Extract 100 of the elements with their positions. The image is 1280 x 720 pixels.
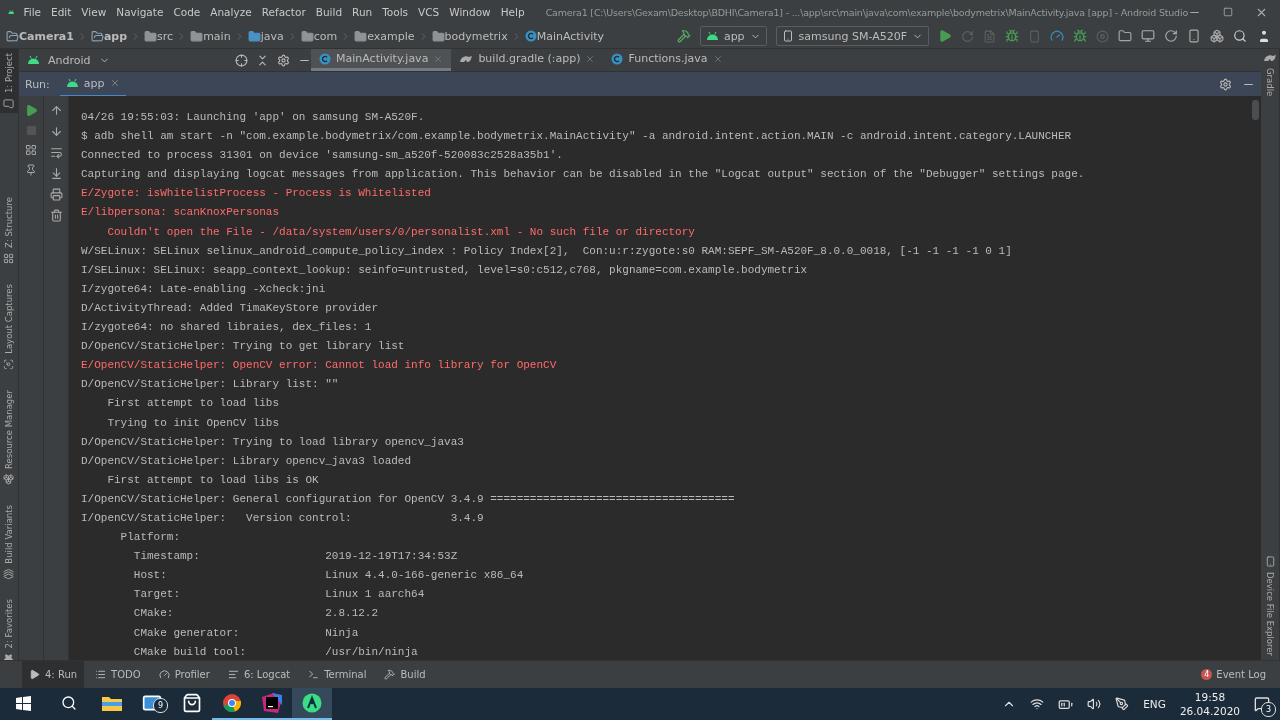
count-badge: 3 [1261, 702, 1276, 717]
scrollbar-thumb[interactable] [1252, 100, 1259, 120]
tool-window-tab[interactable]: Profiler [151, 661, 217, 688]
tool-window-tab[interactable]: Resource Manager [0, 385, 18, 489]
tool-window-tab[interactable]: TODO [88, 661, 148, 688]
log-line: I/OpenCV/StaticHelper: General configuration for OpenCV 3.4.9 ===================================== [81, 491, 736, 507]
breadcrumb[interactable]: Camera1 [19, 29, 74, 43]
breadcrumb[interactable]: src [157, 29, 174, 43]
chrome-icon[interactable] [222, 693, 242, 713]
elephant-icon [1263, 53, 1277, 63]
store-icon[interactable] [182, 693, 202, 713]
wrap-icon[interactable] [49, 146, 63, 159]
debug-icon[interactable] [1005, 29, 1019, 43]
up-arrow-icon[interactable] [49, 104, 63, 117]
editor-tab[interactable]: Functions.java [603, 49, 731, 71]
package-icon [300, 29, 314, 43]
log-line: D/OpenCV/StaticHelper: Trying to load library opencv_java3 [81, 434, 465, 450]
editor-tab[interactable]: MainActivity.java [311, 49, 452, 71]
search-icon[interactable] [61, 695, 77, 711]
sdk-icon[interactable] [1210, 29, 1224, 43]
menu-item[interactable]: File [18, 6, 46, 18]
menu-item[interactable]: Build [310, 6, 348, 18]
tool-window-tab[interactable]: Terminal [301, 661, 374, 688]
log-line: CMake: 2.8.12.2 [132, 606, 380, 622]
speaker-icon[interactable] [1087, 697, 1102, 711]
tool-window-tab[interactable]: 4: Run [22, 661, 85, 688]
log-line: Timestamp: 2019-12-19T17:34:53Z [132, 549, 459, 565]
menu-item[interactable]: VCS [413, 6, 445, 18]
sync-folder-icon[interactable] [1118, 29, 1132, 43]
menu-item[interactable]: Edit [46, 6, 77, 18]
windows-start-icon[interactable] [15, 695, 31, 711]
tool-window-tab[interactable]: Gradle [1261, 49, 1279, 101]
menu-item[interactable]: Run [347, 6, 378, 18]
tool-window-tab[interactable]: Z: Structure [0, 193, 18, 268]
down-arrow-icon[interactable] [49, 125, 63, 138]
tool-window-tab[interactable]: Build Variants [0, 500, 18, 584]
log-line: D/OpenCV/StaticHelper: Library list: "" [81, 377, 340, 393]
android-icon [27, 55, 40, 65]
tool-window-tab[interactable]: 6: Logcat [220, 661, 298, 688]
variants-icon [3, 568, 15, 580]
tool-window-tab[interactable]: Layout Captures [0, 280, 18, 374]
restore-icon[interactable] [1223, 7, 1233, 17]
clock-time[interactable]: 19:58 [1194, 691, 1226, 703]
log-line: I/zygote64: Late-enabling -Xcheck:jni [81, 281, 327, 297]
menu-item[interactable]: Refactor [256, 6, 311, 18]
window-title: Camera1 [C:\Users\Gexam\Desktop\BDHI\Camera1] - ...\app\src\main\java\com\example\bodymetrix\MainActivity.java [app] - Android Studio [545, 6, 1188, 18]
elephant-icon [459, 53, 474, 64]
hammer-icon [384, 669, 396, 680]
menu-item[interactable]: Window [444, 6, 496, 18]
breadcrumb[interactable]: app [103, 29, 128, 43]
attach-debugger-icon[interactable] [1073, 29, 1087, 43]
run-panel-label: Run: [25, 77, 50, 91]
sync-icon[interactable] [1164, 29, 1178, 43]
device-manager-icon[interactable] [1187, 29, 1201, 43]
breadcrumb[interactable]: java [260, 29, 284, 43]
trash-icon[interactable] [49, 209, 63, 222]
menu-item[interactable]: View [76, 6, 112, 18]
event-log-button[interactable]: 4 Event Log [1201, 669, 1280, 680]
rerun-icon[interactable] [24, 104, 38, 117]
breadcrumb[interactable]: MainActivity [536, 29, 605, 43]
clock-date[interactable]: 26.04.2020 [1179, 705, 1240, 717]
count-badge: 4 [1201, 669, 1213, 680]
pen-icon[interactable] [1115, 697, 1130, 711]
language-indicator[interactable]: ENG [1143, 698, 1166, 710]
settings-icon[interactable] [1219, 77, 1232, 91]
file-explorer-icon[interactable] [102, 695, 122, 711]
locate-icon[interactable] [235, 53, 248, 67]
collapse-icon[interactable] [256, 53, 269, 67]
android-icon [65, 78, 79, 88]
menu-item[interactable]: Tools [377, 6, 414, 18]
breadcrumb[interactable]: com [313, 29, 338, 43]
tool-window-tab[interactable]: 2: Favorites [0, 595, 18, 660]
layout-icon[interactable] [25, 144, 37, 156]
menu-item[interactable]: Help [495, 6, 530, 18]
print-icon[interactable] [49, 188, 63, 201]
breadcrumb[interactable]: example [367, 29, 415, 43]
settings-icon[interactable] [277, 53, 290, 67]
pin-icon[interactable] [25, 164, 37, 176]
hammer-icon[interactable] [676, 29, 691, 43]
project-view-label[interactable]: Android [48, 53, 91, 67]
breadcrumb[interactable]: main [203, 29, 231, 43]
wifi-icon[interactable] [1030, 697, 1045, 711]
tool-window-tab[interactable]: 1: Project [0, 49, 18, 114]
menu-item[interactable]: Code [168, 6, 206, 18]
menu-item[interactable]: Navigate [111, 6, 169, 18]
editor-tab[interactable]: build.gradle (:app) [451, 49, 604, 71]
menu-item[interactable]: Analyze [205, 6, 257, 18]
scroll-end-icon[interactable] [49, 167, 63, 180]
android-studio-icon[interactable] [302, 693, 322, 713]
device-dropdown[interactable]: samsung SM-A520F [775, 26, 929, 46]
intellij-icon[interactable] [262, 693, 282, 713]
avd-icon[interactable] [1141, 29, 1155, 43]
run-config-dropdown[interactable]: app [699, 26, 767, 46]
profile-icon[interactable] [1050, 29, 1064, 43]
tool-window-tab[interactable]: Device File Explorer [1261, 551, 1279, 660]
tool-window-tab[interactable]: Build [377, 661, 433, 688]
log-line: Capturing and displaying logcat messages from application. This behavior can be disabled in the "Logcat output" section of the "Debugger" settings page. [81, 167, 1086, 183]
run-icon[interactable] [938, 29, 952, 43]
layout-icon [3, 358, 15, 370]
breadcrumb[interactable]: bodymetrix [444, 29, 508, 43]
